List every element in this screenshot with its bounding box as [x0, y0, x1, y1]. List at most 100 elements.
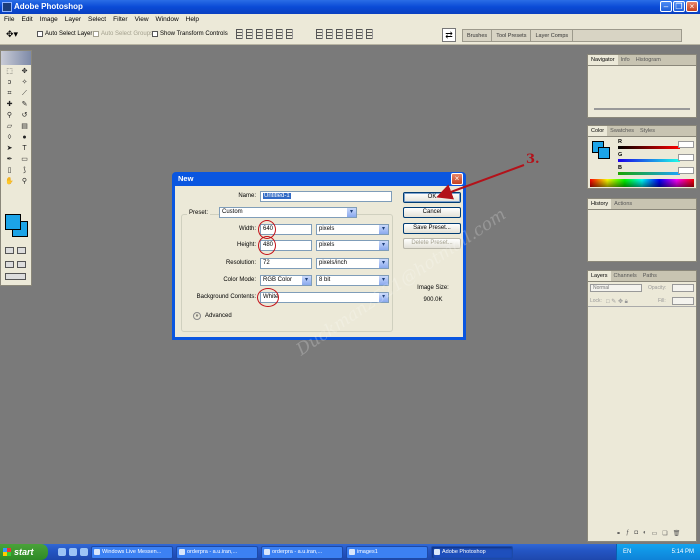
align-left-icon[interactable] [266, 29, 273, 39]
blur-tool-icon[interactable]: ◊ [3, 133, 16, 143]
layer-style-icon[interactable]: ƒ [626, 530, 629, 537]
screen-mode-1-icon[interactable] [5, 261, 14, 268]
ok-button[interactable]: OK [403, 192, 461, 203]
eyedropper-tool-icon[interactable]: ⟆ [18, 166, 31, 176]
minimize-button[interactable]: – [660, 1, 672, 12]
slice-tool-icon[interactable]: ⟋ [18, 89, 31, 99]
distribute-bottom-icon[interactable] [336, 29, 343, 39]
task-orderpra-1[interactable]: orderpra - a.u.iran,... [176, 545, 258, 559]
clone-stamp-tool-icon[interactable]: ⚲ [3, 111, 16, 121]
hand-tool-icon[interactable]: ✋ [3, 177, 16, 187]
resolution-unit-select[interactable]: pixels/inch ▾ [316, 258, 389, 269]
task-photoshop[interactable]: Adobe Photoshop [431, 545, 513, 559]
tab-swatches[interactable]: Swatches [607, 126, 637, 136]
lasso-tool-icon[interactable]: ↄ [3, 78, 16, 88]
preset-select[interactable]: Custom ▾ [219, 207, 357, 218]
task-images1[interactable]: images1 [346, 545, 428, 559]
menu-help[interactable]: Help [186, 16, 199, 23]
auto-select-layer-checkbox[interactable]: Auto Select Layer [37, 31, 92, 37]
task-messenger[interactable]: Windows Live Messen... [91, 545, 173, 559]
clock[interactable]: 5:14 PM [672, 544, 694, 560]
new-group-icon[interactable]: ▭ [652, 530, 658, 537]
color-mode-select[interactable]: RGB Color ▾ [260, 275, 312, 286]
menu-layer[interactable]: Layer [65, 16, 81, 23]
brush-tool-icon[interactable]: ✎ [18, 100, 31, 110]
menu-view[interactable]: View [135, 16, 149, 23]
tab-styles[interactable]: Styles [637, 126, 658, 136]
quick-launch-firefox-icon[interactable] [69, 548, 77, 556]
distribute-top-icon[interactable] [316, 29, 323, 39]
restore-button[interactable]: ❐ [673, 1, 685, 12]
delete-layer-icon[interactable]: 🗑︎ [673, 530, 681, 537]
tab-color[interactable]: Color [588, 126, 608, 136]
magic-wand-tool-icon[interactable]: ✧ [18, 78, 31, 88]
background-contents-select[interactable]: White ▾ [260, 292, 389, 303]
save-preset-button[interactable]: Save Preset... [403, 223, 461, 234]
tab-info[interactable]: Info [618, 55, 633, 65]
path-selection-tool-icon[interactable]: ➤ [3, 144, 16, 154]
tab-actions[interactable]: Actions [611, 199, 635, 209]
menu-edit[interactable]: Edit [21, 16, 32, 23]
menu-window[interactable]: Window [156, 16, 179, 23]
crop-tool-icon[interactable]: ⌗ [3, 89, 16, 99]
quick-mask-icon[interactable] [17, 247, 26, 254]
gradient-tool-icon[interactable]: ▤ [18, 122, 31, 132]
marquee-tool-icon[interactable]: ⬚ [3, 67, 16, 77]
channel-r-slider[interactable] [618, 146, 680, 149]
notes-tool-icon[interactable]: ▯ [3, 166, 16, 176]
menu-image[interactable]: Image [40, 16, 58, 23]
navigator-zoom-slider[interactable] [594, 108, 690, 110]
history-brush-tool-icon[interactable]: ↺ [18, 111, 31, 121]
advanced-label[interactable]: Advanced [205, 313, 232, 319]
blend-mode-select[interactable]: Normal [590, 284, 642, 292]
link-layers-icon[interactable]: ⚭ [616, 530, 621, 537]
align-right-icon[interactable] [286, 29, 293, 39]
align-vcenter-icon[interactable] [246, 29, 253, 39]
task-orderpra-2[interactable]: orderpra - a.u.iran,... [261, 545, 343, 559]
channel-r-value[interactable] [678, 141, 694, 148]
quick-launch-ie-icon[interactable] [58, 548, 66, 556]
tab-channels[interactable]: Channels [611, 271, 640, 281]
eraser-tool-icon[interactable]: ▱ [3, 122, 16, 132]
start-button[interactable]: start [0, 544, 48, 560]
imageready-icon[interactable] [5, 273, 26, 280]
height-unit-select[interactable]: pixels ▾ [316, 240, 389, 251]
lock-icons[interactable]: □ ✎ ✥ 🔒︎ [606, 298, 628, 306]
foreground-color-swatch[interactable] [5, 214, 21, 230]
channel-g-value[interactable] [678, 154, 694, 161]
adjustment-layer-icon[interactable]: ◐ [643, 530, 647, 537]
distribute-left-icon[interactable] [346, 29, 353, 39]
type-tool-icon[interactable]: T [18, 144, 31, 154]
distribute-vcenter-icon[interactable] [326, 29, 333, 39]
well-tab-tool-presets[interactable]: Tool Presets [492, 30, 532, 41]
tab-layers[interactable]: Layers [588, 271, 611, 281]
move-tool-icon[interactable]: ✥ [18, 67, 31, 77]
name-input[interactable]: Untitled-1 [260, 191, 392, 202]
close-window-button[interactable]: × [686, 1, 698, 12]
dodge-tool-icon[interactable]: ● [18, 133, 31, 143]
go-to-bridge-icon[interactable]: ⇄ [442, 28, 456, 42]
screen-mode-2-icon[interactable] [17, 261, 26, 268]
align-top-icon[interactable] [236, 29, 243, 39]
color-spectrum-bar[interactable] [590, 179, 694, 187]
opacity-field[interactable] [672, 284, 694, 292]
pen-tool-icon[interactable]: ✒ [3, 155, 16, 165]
quick-launch-desktop-icon[interactable] [80, 548, 88, 556]
channel-g-slider[interactable] [618, 159, 680, 162]
cancel-button[interactable]: Cancel [403, 207, 461, 218]
well-tab-brushes[interactable]: Brushes [463, 30, 493, 41]
tab-navigator[interactable]: Navigator [588, 55, 618, 65]
channel-b-slider[interactable] [618, 172, 680, 175]
menu-filter[interactable]: Filter [113, 16, 127, 23]
well-tab-layer-comps[interactable]: Layer Comps [531, 30, 574, 41]
channel-b-value[interactable] [678, 167, 694, 174]
move-tool-preset-icon[interactable]: ✥▾ [6, 29, 28, 41]
distribute-right-icon[interactable] [366, 29, 373, 39]
show-transform-controls-checkbox[interactable]: Show Transform Controls [152, 31, 228, 37]
shape-tool-icon[interactable]: ▭ [18, 155, 31, 165]
layer-mask-icon[interactable]: ◘ [634, 530, 638, 537]
bit-depth-select[interactable]: 8 bit ▾ [316, 275, 389, 286]
language-indicator[interactable]: EN [623, 544, 631, 560]
fill-field[interactable] [672, 297, 694, 305]
healing-brush-tool-icon[interactable]: ✚ [3, 100, 16, 110]
